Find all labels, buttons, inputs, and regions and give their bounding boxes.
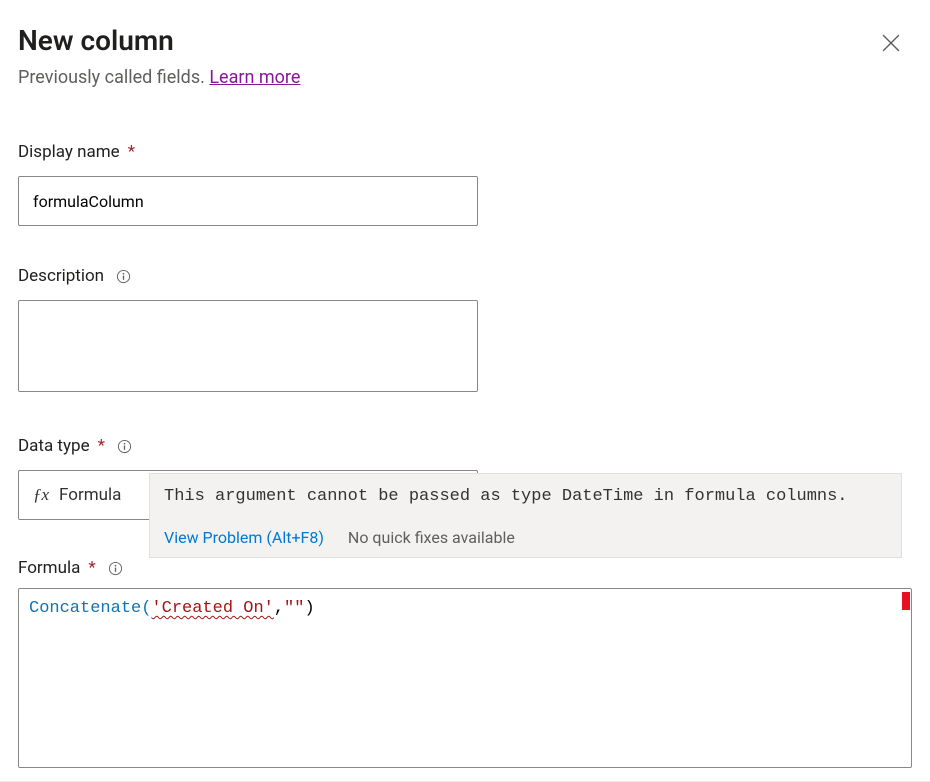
close-button[interactable]: [876, 28, 906, 58]
panel-header: New column Previously called fields. Lea…: [18, 24, 912, 88]
comma-token: ,: [274, 599, 284, 618]
error-tooltip: This argument cannot be passed as type D…: [149, 473, 902, 558]
required-asterisk: *: [98, 436, 105, 456]
fx-icon: ƒx: [33, 485, 49, 505]
description-label-text: Description: [18, 266, 104, 286]
description-field: Description: [18, 266, 912, 396]
error-message: This argument cannot be passed as type D…: [150, 474, 901, 522]
data-type-label: Data type *: [18, 436, 912, 456]
view-problem-link[interactable]: View Problem (Alt+F8): [164, 528, 324, 547]
formula-label: Formula *: [18, 558, 912, 578]
description-label: Description: [18, 266, 912, 286]
data-type-value: Formula: [59, 485, 121, 505]
formula-field: Formula * Concatenate('Created On',""): [18, 558, 912, 768]
error-gutter-marker: [902, 592, 910, 610]
description-input[interactable]: [18, 300, 478, 392]
panel-title: New column: [18, 24, 300, 57]
display-name-label: Display name *: [18, 142, 912, 162]
formula-error-token: 'Created On': [151, 599, 273, 618]
display-name-input[interactable]: [18, 176, 478, 226]
panel-subtitle: Previously called fields. Learn more: [18, 67, 300, 88]
display-name-field: Display name *: [18, 142, 912, 226]
close-icon: [882, 34, 900, 52]
no-quick-fixes-text: No quick fixes available: [348, 528, 515, 547]
required-asterisk: *: [88, 558, 95, 578]
paren-close-token: ): [304, 599, 314, 618]
string-token: "": [284, 599, 304, 618]
new-column-panel: New column Previously called fields. Lea…: [0, 0, 930, 782]
info-icon[interactable]: [117, 439, 132, 454]
info-icon[interactable]: [116, 269, 131, 284]
tooltip-actions-row: View Problem (Alt+F8) No quick fixes ava…: [150, 522, 901, 557]
formula-editor[interactable]: Concatenate('Created On',""): [18, 588, 912, 768]
learn-more-link[interactable]: Learn more: [209, 67, 300, 88]
formula-code-line: Concatenate('Created On',""): [29, 597, 901, 621]
paren-open-token: (: [141, 599, 151, 618]
formula-function-token: Concatenate: [29, 599, 141, 618]
subtitle-text: Previously called fields.: [18, 67, 209, 88]
info-icon[interactable]: [108, 561, 123, 576]
formula-label-text: Formula: [18, 558, 80, 578]
display-name-label-text: Display name: [18, 142, 120, 162]
required-asterisk: *: [128, 142, 135, 162]
data-type-label-text: Data type: [18, 436, 90, 456]
